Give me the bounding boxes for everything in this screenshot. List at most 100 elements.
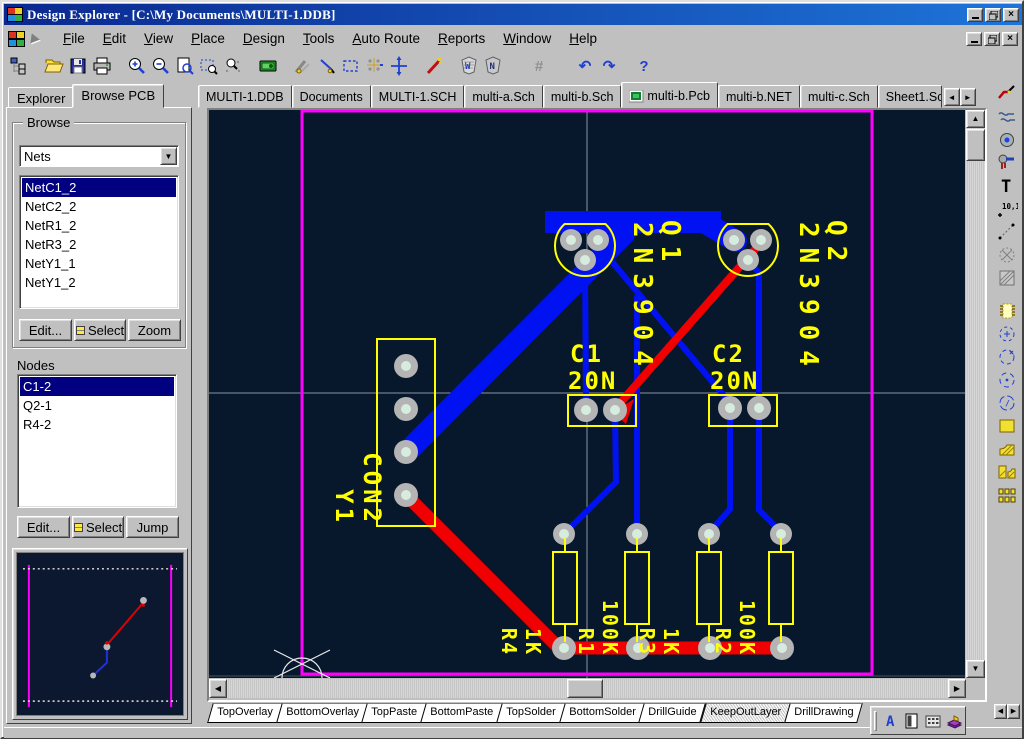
label-r1-ref[interactable]: R1	[574, 628, 598, 656]
close-button[interactable]: ×	[1003, 8, 1019, 22]
place-string-icon[interactable]: T	[994, 174, 1020, 197]
component-r1-outline[interactable]	[553, 552, 577, 624]
menu-edit[interactable]: Edit	[94, 27, 135, 50]
interactive-routing-icon[interactable]	[994, 82, 1020, 105]
net-select-button[interactable]: Select	[74, 319, 126, 341]
wizard-icon[interactable]	[422, 54, 446, 78]
design-manager-icon[interactable]	[7, 54, 31, 78]
list-item-net[interactable]: NetR1_2	[22, 216, 176, 235]
list-item-node[interactable]: C1-2	[20, 377, 174, 396]
library-n-icon[interactable]: N	[481, 54, 505, 78]
panel-tool-icon[interactable]	[901, 710, 922, 731]
scroll-down-icon[interactable]: ▼	[966, 660, 985, 678]
layer-tab-bottomsolder[interactable]: BottomSolder	[559, 703, 645, 723]
component-r2-outline[interactable]	[697, 552, 721, 624]
title-bar[interactable]: Design Explorer - [C:\My Documents\MULTI…	[4, 4, 1022, 25]
node-jump-button[interactable]: Jump	[126, 516, 179, 538]
child-minimize-button[interactable]	[966, 32, 982, 46]
grid-toggle-icon[interactable]: #	[527, 54, 551, 78]
move-crosshair-icon[interactable]	[387, 54, 411, 78]
trace-c2-r2[interactable]	[759, 409, 781, 532]
list-item-net[interactable]: NetY1_2	[22, 273, 176, 292]
list-item-net[interactable]: NetR3_2	[22, 235, 176, 254]
minimize-button[interactable]	[967, 8, 983, 22]
place-pad-icon[interactable]	[994, 151, 1020, 174]
redo-icon[interactable]: ↷	[597, 54, 621, 78]
node-edit-button[interactable]: Edit...	[17, 516, 70, 538]
scroll-right-icon[interactable]: ▶	[948, 679, 966, 698]
horizontal-scrollbar[interactable]: ◀ ▶	[209, 679, 966, 698]
list-item-net[interactable]: NetY1_1	[22, 254, 176, 273]
place-arc-angle-icon[interactable]	[994, 368, 1020, 391]
tab-explorer[interactable]: Explorer	[8, 87, 74, 108]
tab-documents[interactable]: Documents	[292, 85, 371, 108]
vertical-scrollbar[interactable]: ▲ ▼	[966, 110, 985, 678]
help-book-icon[interactable]	[943, 710, 964, 731]
tab-browse-pcb[interactable]: Browse PCB	[72, 84, 164, 108]
deselect-icon[interactable]	[363, 54, 387, 78]
app-icon[interactable]	[7, 7, 23, 22]
annotation-tool-icon[interactable]: A	[880, 710, 901, 731]
dropdown-arrow-icon[interactable]: ▼	[160, 147, 177, 165]
tab-multi-b-net[interactable]: multi-b.NET	[718, 85, 800, 108]
save-icon[interactable]	[66, 54, 90, 78]
menu-view[interactable]: View	[135, 27, 182, 50]
select-area-icon[interactable]	[339, 54, 363, 78]
child-restore-button[interactable]	[984, 32, 1000, 46]
layer-tab-keepoutlayer[interactable]: KeepOutLayer	[700, 703, 791, 723]
menu-tools[interactable]: Tools	[294, 27, 344, 50]
undo-icon[interactable]: ↶	[573, 54, 597, 78]
document-icon[interactable]	[8, 31, 25, 47]
pads[interactable]	[394, 229, 794, 660]
menu-window[interactable]: Window	[494, 27, 560, 50]
help-icon[interactable]: ?	[632, 54, 656, 78]
layer-tab-drilldrawing[interactable]: DrillDrawing	[784, 703, 863, 723]
layer-tab-bottomoverlay[interactable]: BottomOverlay	[276, 703, 368, 723]
zoom-window-icon[interactable]	[173, 54, 197, 78]
label-r4-ref[interactable]: R4	[497, 628, 521, 656]
place-arc-center-icon[interactable]	[994, 322, 1020, 345]
capture-icon[interactable]	[256, 54, 280, 78]
net-edit-button[interactable]: Edit...	[19, 319, 72, 341]
label-y1-val[interactable]: CON2	[358, 452, 386, 526]
tab-sheet1-sch[interactable]: Sheet1.Sch	[878, 85, 942, 108]
place-room-icon[interactable]	[994, 266, 1020, 289]
scroll-left-icon[interactable]: ◀	[209, 679, 227, 698]
label-c1-ref[interactable]: C1	[570, 340, 603, 368]
label-r4-val[interactable]: 1K	[521, 628, 545, 656]
tab-scroll-right-icon[interactable]: ►	[960, 88, 976, 106]
place-origin-icon[interactable]	[994, 243, 1020, 266]
trace-c1-r1[interactable]	[565, 410, 616, 533]
label-q1-val[interactable]: 2N3904	[627, 222, 657, 376]
open-folder-icon[interactable]	[42, 54, 66, 78]
horizontal-scroll-thumb[interactable]	[567, 679, 603, 698]
layer-tab-topoverlay[interactable]: TopOverlay	[207, 703, 282, 723]
label-c1-val[interactable]: 20N	[568, 367, 617, 395]
place-polygon-icon[interactable]	[994, 437, 1020, 460]
label-r2-val[interactable]: 100K	[735, 600, 759, 656]
tab-multi-b-sch[interactable]: multi-b.Sch	[543, 85, 622, 108]
print-icon[interactable]	[90, 54, 114, 78]
menu-file[interactable]: File	[54, 27, 94, 50]
place-full-circle-icon[interactable]: /	[994, 391, 1020, 414]
label-q2-ref[interactable]: Q2	[821, 220, 851, 271]
menu-help[interactable]: Help	[560, 27, 606, 50]
place-track-icon[interactable]	[994, 105, 1020, 128]
minimap[interactable]	[16, 552, 184, 716]
label-r1-val[interactable]: 100K	[598, 600, 622, 656]
label-c2-ref[interactable]: C2	[712, 340, 745, 368]
tab-scroll-left-icon[interactable]: ◄	[944, 88, 960, 106]
library-w-icon[interactable]: W	[457, 54, 481, 78]
zoom-point-icon[interactable]	[221, 54, 245, 78]
layer-scroll-right-icon[interactable]: ▶	[1007, 704, 1020, 719]
zoom-selection-icon[interactable]	[197, 54, 221, 78]
component-r4-outline[interactable]	[769, 552, 793, 624]
label-r2-ref[interactable]: R2	[711, 628, 735, 656]
trace-c2-r3[interactable]	[710, 409, 730, 532]
list-item-net[interactable]: NetC2_2	[22, 197, 176, 216]
tab-multi-1-ddb[interactable]: MULTI-1.DDB	[198, 85, 292, 108]
menu-place[interactable]: Place	[182, 27, 234, 50]
layer-tab-drillguide[interactable]: DrillGuide	[639, 703, 707, 723]
label-q1-ref[interactable]: Q1	[655, 220, 685, 271]
menu-reports[interactable]: Reports	[429, 27, 494, 50]
